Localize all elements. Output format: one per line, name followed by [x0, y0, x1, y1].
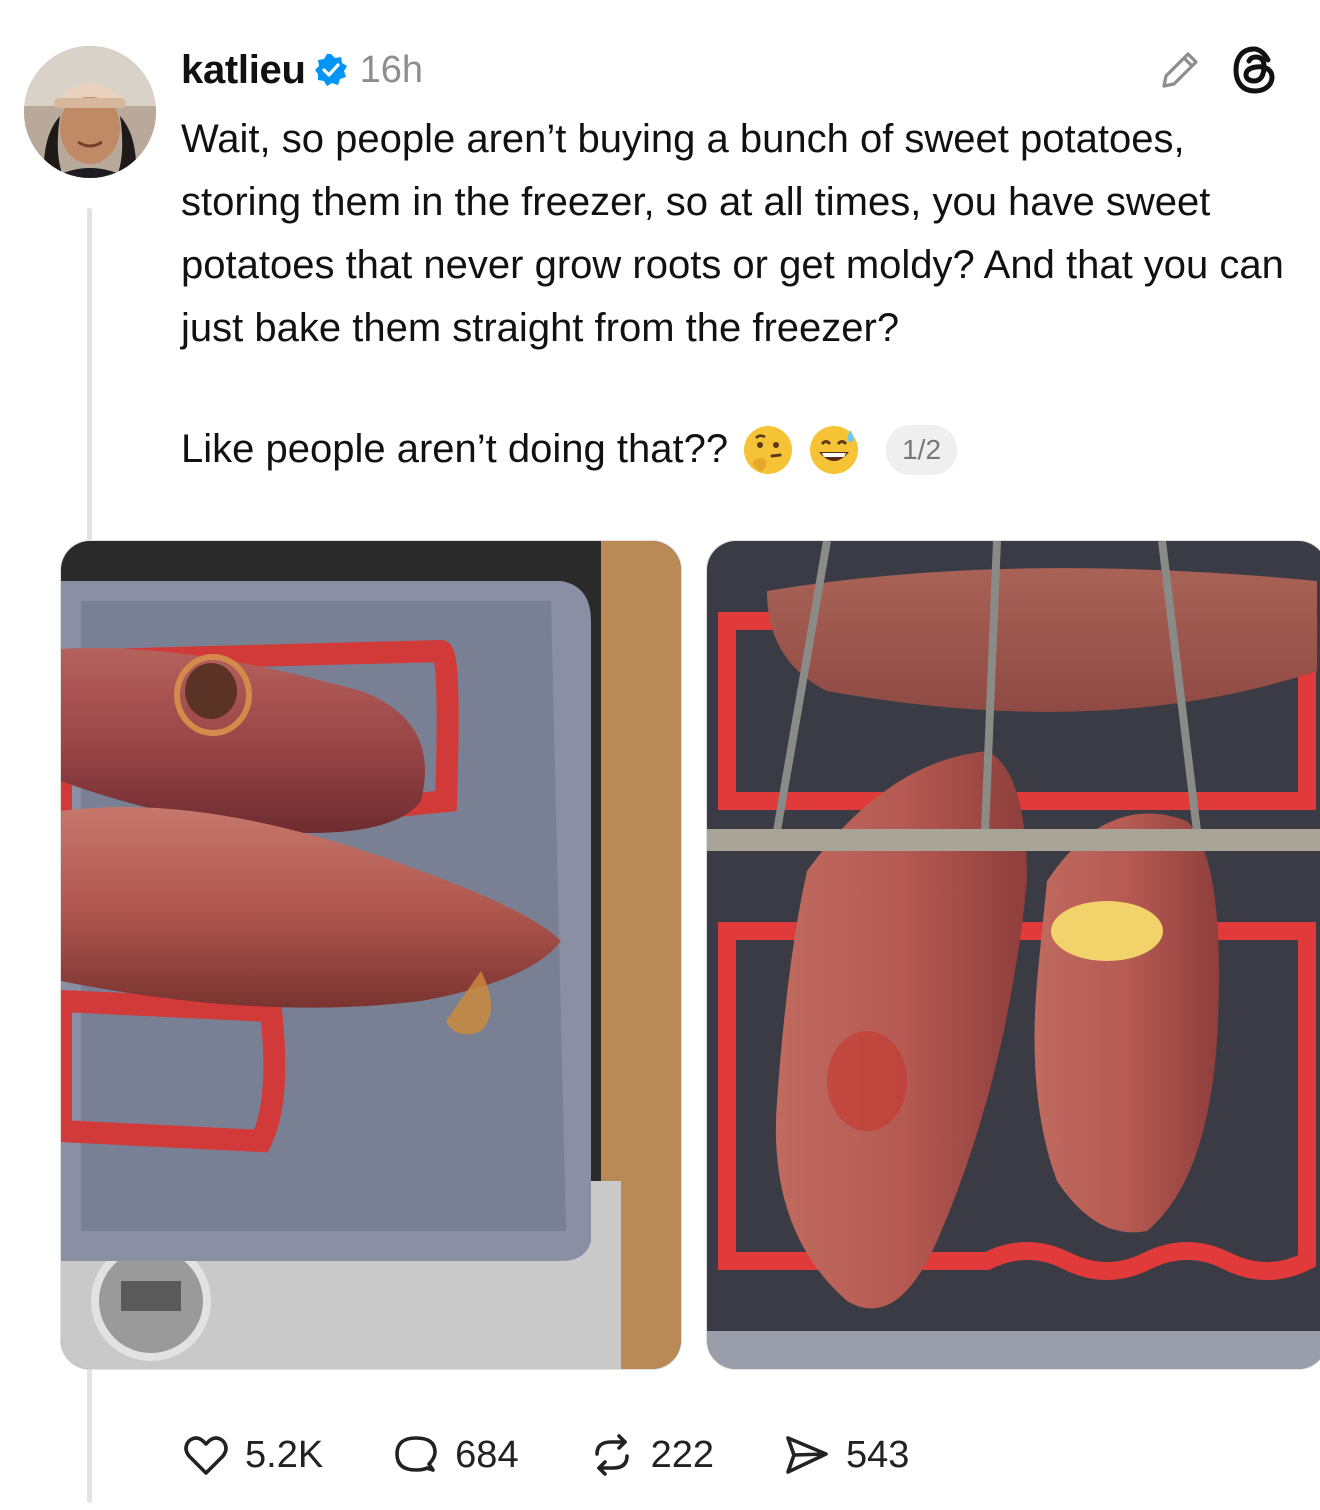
post-time: 16h — [359, 48, 424, 91]
reply-button[interactable]: 684 — [391, 1430, 519, 1480]
image-pager: 1/2 — [886, 424, 958, 475]
post-paragraph-2: Like people aren’t doing that?? — [181, 427, 729, 471]
pencil-icon[interactable] — [1156, 46, 1204, 94]
threads-logo-icon[interactable] — [1228, 42, 1284, 98]
thinking-face-icon — [742, 424, 794, 476]
like-count: 5.2K — [245, 1433, 324, 1476]
post-text: Wait, so people aren’t buying a bunch of… — [181, 108, 1291, 481]
post-actions: 5.2K 684 222 543 — [181, 1425, 977, 1485]
share-count: 543 — [845, 1433, 910, 1476]
repost-button[interactable]: 222 — [587, 1430, 714, 1480]
post-image-1[interactable] — [60, 540, 682, 1370]
grinning-face-with-sweat-icon — [808, 424, 860, 476]
send-icon — [786, 1436, 828, 1474]
reply-count: 684 — [455, 1433, 519, 1476]
heart-icon — [184, 1436, 228, 1475]
post-image-2[interactable] — [706, 540, 1320, 1370]
like-button[interactable]: 5.2K — [181, 1430, 323, 1480]
repost-count: 222 — [650, 1433, 714, 1476]
verified-badge-icon — [314, 53, 348, 87]
avatar[interactable] — [24, 46, 156, 178]
reply-bubble-icon — [395, 1436, 437, 1472]
username[interactable]: katlieu — [181, 48, 306, 93]
post-header: katlieu 16h — [181, 42, 423, 98]
share-button[interactable]: 543 — [782, 1430, 909, 1480]
repost-icon — [594, 1434, 629, 1476]
post-paragraph-1: Wait, so people aren’t buying a bunch of… — [181, 117, 1284, 350]
